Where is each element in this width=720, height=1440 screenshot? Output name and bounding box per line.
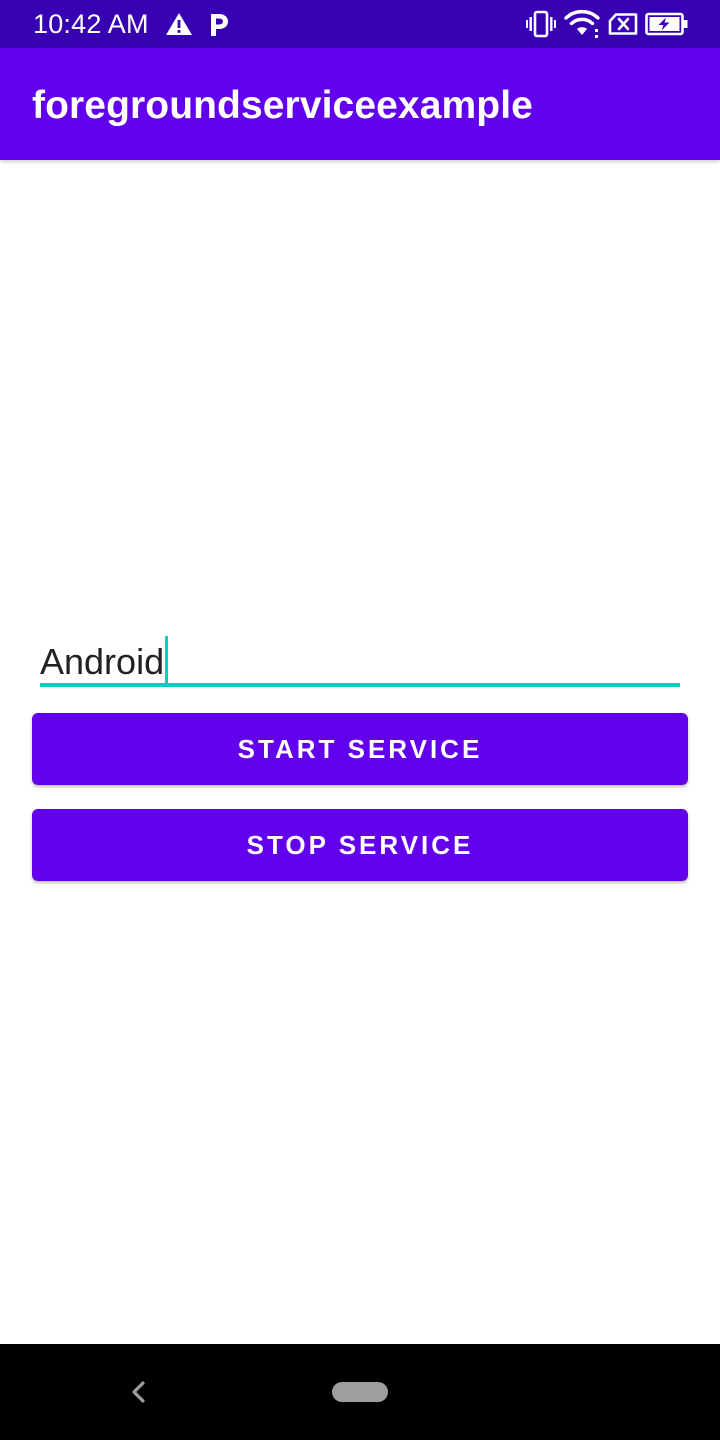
home-pill-icon[interactable] [332,1382,388,1402]
status-time: 10:42 AM [33,9,149,39]
vibrate-icon [526,10,556,38]
warning-icon [166,13,192,35]
navigation-bar [0,1344,720,1440]
back-icon[interactable] [126,1378,150,1406]
text-input-value[interactable]: Android [40,636,169,684]
stop-service-button[interactable]: STOP SERVICE [32,809,688,881]
wifi-icon [564,9,600,38]
text-cursor [165,636,169,684]
status-bar: 10:42 AM [0,0,720,48]
start-service-button[interactable]: START SERVICE [32,713,688,785]
no-sim-icon [608,13,638,35]
battery-charging-icon [645,12,688,36]
text-input-text[interactable]: Android [40,641,164,682]
app-title: foregroundserviceexample [32,84,533,127]
name-text-input[interactable]: Android [40,626,680,688]
app-bar: foregroundserviceexample [0,48,720,160]
text-input-underline [40,683,680,687]
parking-icon [211,14,228,36]
